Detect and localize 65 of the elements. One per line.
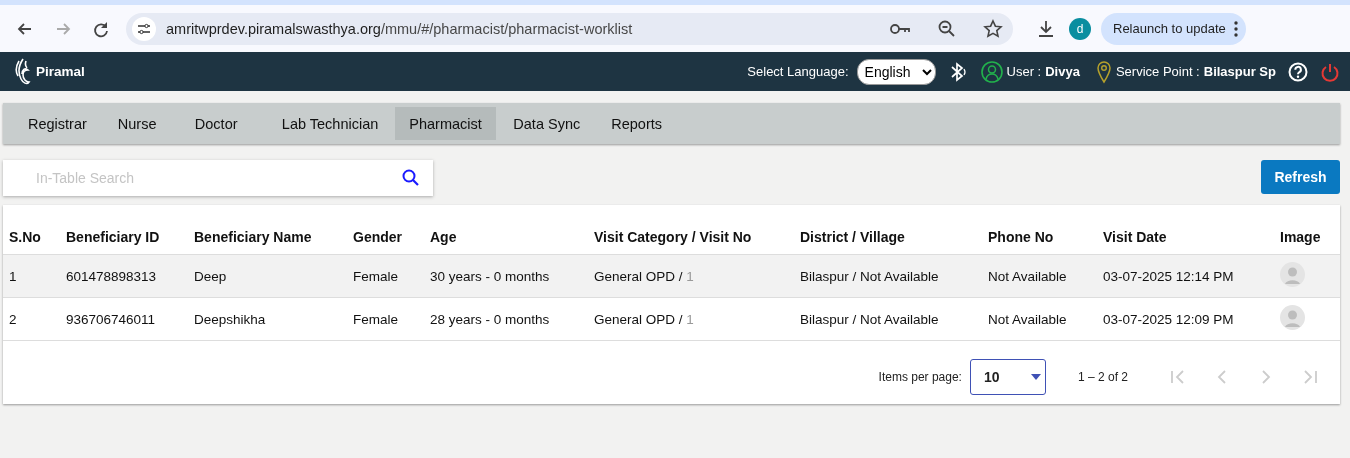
refresh-button[interactable]: Refresh xyxy=(1261,160,1340,194)
nav-tab[interactable]: Nurse xyxy=(103,107,178,140)
avatar-icon xyxy=(1280,262,1305,287)
brand-name: Piramal xyxy=(36,64,85,79)
star-icon[interactable] xyxy=(983,18,1003,39)
nav-tab[interactable]: Doctor xyxy=(180,107,265,140)
help-icon[interactable] xyxy=(1288,61,1308,82)
column-header: S.No xyxy=(9,229,42,245)
user-icon xyxy=(980,60,1003,83)
table-cell-text: Bilaspur / Not Available xyxy=(800,268,940,284)
caret-icon xyxy=(1030,374,1041,380)
nav-tab[interactable]: Reports xyxy=(597,107,678,140)
site-settings-icon[interactable] xyxy=(132,16,156,41)
page-size-select[interactable]: 10 xyxy=(969,359,1046,395)
zoom-out-icon[interactable] xyxy=(937,18,957,39)
column-header: District / Village xyxy=(800,229,906,245)
column-header: Age xyxy=(430,229,458,245)
language-select[interactable]: English xyxy=(856,58,936,85)
url-text: amritwprdev.piramalswasthya.org/mmu/#/pharmacist/pharmacist-worklist xyxy=(166,20,634,37)
table-cell-text: 936706746011 xyxy=(66,311,157,327)
more-icon xyxy=(1233,20,1238,37)
table-row[interactable]: 1 601478898313 Deep Female 30 years - 0 months General OPD / 1 Bilaspur / Not Available Not Available 03-07-2025 12:14 PM xyxy=(3,255,1340,298)
table-cell-text: General OPD / 1 xyxy=(594,268,695,284)
service-point-name: Bilaspur Sp xyxy=(1203,64,1276,79)
column-header: Phone No xyxy=(988,229,1055,245)
search-icon[interactable] xyxy=(401,168,421,188)
table-cell-text: Deep xyxy=(194,268,228,284)
table-cell-text: 2 xyxy=(9,311,18,327)
user-name: Divya xyxy=(1045,64,1080,79)
items-per-page-label: Items per page: xyxy=(878,370,962,384)
table-cell-text: 28 years - 0 months xyxy=(430,311,551,327)
column-header: Image xyxy=(1280,229,1322,245)
nav-tab[interactable]: Lab Technician xyxy=(267,107,393,140)
column-header: Beneficiary Name xyxy=(194,229,313,245)
table-cell-text: General OPD / 1 xyxy=(594,311,695,327)
relaunch-button[interactable]: Relaunch to update xyxy=(1101,12,1246,45)
user-label: User : xyxy=(1006,64,1042,79)
table-cell-text: Female xyxy=(353,268,399,284)
column-header: Visit Category / Visit No xyxy=(594,229,753,245)
language-label: Select Language: xyxy=(747,64,849,79)
nav-tab[interactable]: Registrar xyxy=(14,107,101,140)
service-point-label: Service Point : xyxy=(1115,64,1200,79)
location-pin-icon xyxy=(1095,59,1112,84)
table-cell-text: 601478898313 xyxy=(66,268,158,284)
table-cell-text: Bilaspur / Not Available xyxy=(800,311,940,327)
table-cell-text: 30 years - 0 months xyxy=(430,268,551,284)
table-cell-text: 03-07-2025 12:09 PM xyxy=(1103,311,1235,327)
avatar-icon xyxy=(1280,305,1305,330)
column-header: Beneficiary ID xyxy=(66,229,161,245)
page-range: 1 – 2 of 2 xyxy=(1077,370,1128,384)
table-cell-text: 03-07-2025 12:14 PM xyxy=(1103,268,1235,284)
table-cell-text: Not Available xyxy=(988,311,1068,327)
address-bar[interactable]: amritwprdev.piramalswasthya.org/mmu/#/pharmacist/pharmacist-worklist xyxy=(126,12,1013,45)
table-row[interactable]: 2 936706746011 Deepshikha Female 28 years - 0 months General OPD / 1 Bilaspur / Not Available Not Available 03-07-2025 12:09 PM xyxy=(3,298,1340,341)
table-cell-text: Not Available xyxy=(988,268,1068,284)
power-icon[interactable] xyxy=(1320,61,1340,82)
table-cell-text: 1 xyxy=(9,268,18,284)
table-cell-text: Female xyxy=(353,311,399,327)
nav-tab[interactable]: Pharmacist xyxy=(395,107,497,140)
search-field[interactable]: In-Table Search xyxy=(3,160,433,196)
nav-tab[interactable]: Data Sync xyxy=(499,107,595,140)
column-header: Gender xyxy=(353,229,403,245)
profile-button[interactable]: d xyxy=(1069,17,1091,40)
table-cell-text: Deepshikha xyxy=(194,311,267,327)
column-header: Visit Date xyxy=(1103,229,1168,245)
